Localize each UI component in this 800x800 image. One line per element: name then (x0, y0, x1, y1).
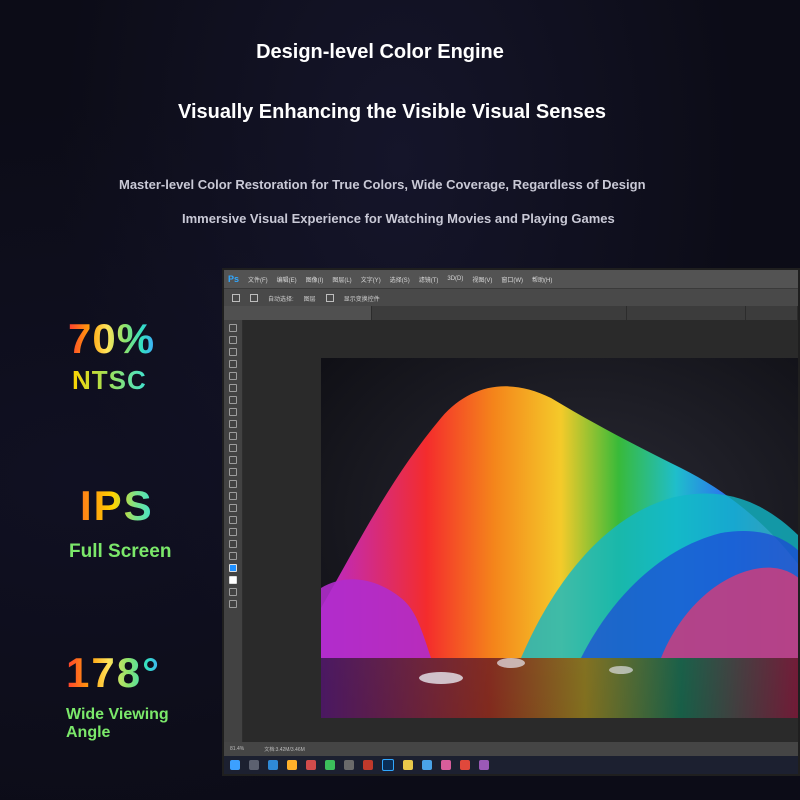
app-icon[interactable] (441, 760, 451, 770)
wechat-icon[interactable] (325, 760, 335, 770)
app-icon[interactable] (422, 760, 432, 770)
background-color-swatch[interactable] (229, 576, 237, 584)
type-tool-icon[interactable] (229, 504, 237, 512)
browser-icon[interactable] (268, 760, 278, 770)
show-transform-label: 显示变换控件 (343, 296, 380, 303)
quick-mask-icon[interactable] (229, 588, 237, 596)
shape-tool-icon[interactable] (229, 528, 237, 536)
ps-canvas-area (243, 320, 798, 742)
photoshop-taskbar-icon[interactable] (382, 759, 394, 771)
screen-mode-icon[interactable] (229, 600, 237, 608)
folder-icon[interactable] (403, 760, 413, 770)
colorful-paint-wave-artwork (321, 358, 798, 718)
zoom-level: 81.4% (230, 746, 245, 752)
search-app-icon[interactable] (287, 760, 297, 770)
lasso-tool-icon[interactable] (229, 348, 237, 356)
stat-viewing-angle-value: 178° (66, 649, 161, 696)
ps-menu-window[interactable]: 窗口(W) (501, 275, 523, 284)
auto-select-checkbox[interactable] (250, 294, 258, 302)
photoshop-logo-icon: Ps (228, 274, 240, 284)
ps-status-bar: 81.4% 文档:3.42M/3.46M (224, 742, 798, 756)
monitor-screen-photoshop: Ps 文件(F) 编辑(E) 图像(I) 图层(L) 文字(Y) 选择(S) 滤… (222, 268, 800, 776)
move-tool-icon[interactable] (229, 324, 237, 332)
tagline-immersive-experience: Immersive Visual Experience for Watching… (182, 211, 615, 226)
stat-viewing-angle-label: Wide Viewing Angle (66, 706, 169, 741)
ps-document-tabs (224, 306, 798, 320)
ps-menu-edit[interactable]: 编辑(E) (277, 275, 297, 284)
wps-icon[interactable] (460, 760, 470, 770)
layer-select[interactable]: 图层 (304, 294, 316, 303)
ps-menu-view[interactable]: 视图(V) (472, 275, 492, 284)
pen-tool-icon[interactable] (229, 492, 237, 500)
document-tab[interactable] (224, 306, 373, 320)
stat-panel-type-label: Full Screen (69, 541, 172, 562)
ps-menu-help[interactable]: 帮助(H) (532, 275, 552, 284)
document-tab[interactable] (627, 306, 747, 320)
hand-tool-icon[interactable] (229, 540, 237, 548)
clone-stamp-tool-icon[interactable] (229, 420, 237, 428)
show-transform-checkbox[interactable] (325, 294, 334, 302)
eyedropper-tool-icon[interactable] (229, 384, 237, 392)
document-tab[interactable] (372, 306, 627, 320)
magic-wand-tool-icon[interactable] (229, 360, 237, 368)
windows-taskbar (224, 756, 798, 774)
ps-toolbox (224, 320, 243, 742)
chrome-icon[interactable] (306, 760, 316, 770)
ps-menu-image[interactable]: 图像(I) (306, 275, 324, 284)
stat-ntsc-value: 70% (68, 315, 156, 362)
ps-options-bar: 自动选择: 图层 显示变换控件 (224, 288, 798, 307)
move-tool-icon[interactable] (232, 294, 240, 302)
headline-title: Design-level Color Engine (256, 41, 504, 63)
ps-menu-select[interactable]: 选择(S) (390, 275, 410, 284)
ps-menu-layer[interactable]: 图层(L) (332, 275, 351, 284)
artwork-illustration (321, 358, 798, 718)
app-icon[interactable] (344, 760, 354, 770)
blur-tool-icon[interactable] (229, 468, 237, 476)
windows-start-icon[interactable] (230, 760, 240, 770)
headline-subtitle: Visually Enhancing the Visible Visual Se… (178, 101, 606, 123)
path-select-tool-icon[interactable] (229, 516, 237, 524)
tagline-color-restoration: Master-level Color Restoration for True … (119, 177, 646, 192)
crop-tool-icon[interactable] (229, 372, 237, 380)
document-tab[interactable] (746, 306, 798, 320)
ps-menu-file[interactable]: 文件(F) (248, 275, 268, 284)
illustrator-icon[interactable] (363, 760, 373, 770)
zoom-tool-icon[interactable] (229, 552, 237, 560)
ps-menubar: Ps 文件(F) 编辑(E) 图像(I) 图层(L) 文字(Y) 选择(S) 滤… (224, 270, 798, 288)
dodge-tool-icon[interactable] (229, 480, 237, 488)
marquee-tool-icon[interactable] (229, 336, 237, 344)
app-icon[interactable] (479, 760, 489, 770)
auto-select-label: 自动选择: (268, 296, 294, 303)
ps-menu-filter[interactable]: 滤镜(T) (419, 275, 439, 284)
history-brush-tool-icon[interactable] (229, 432, 237, 440)
healing-tool-icon[interactable] (229, 396, 237, 404)
ps-menu-type[interactable]: 文字(Y) (361, 275, 381, 284)
search-icon[interactable] (249, 760, 259, 770)
eraser-tool-icon[interactable] (229, 444, 237, 452)
foreground-color-swatch[interactable] (229, 564, 237, 572)
document-info: 文档:3.42M/3.46M (264, 746, 305, 753)
brush-tool-icon[interactable] (229, 408, 237, 416)
stat-panel-type-value: IPS (80, 482, 154, 529)
gradient-tool-icon[interactable] (229, 456, 237, 464)
stat-ntsc-label: NTSC (72, 365, 147, 395)
ps-menu-3d[interactable]: 3D(D) (447, 276, 463, 282)
